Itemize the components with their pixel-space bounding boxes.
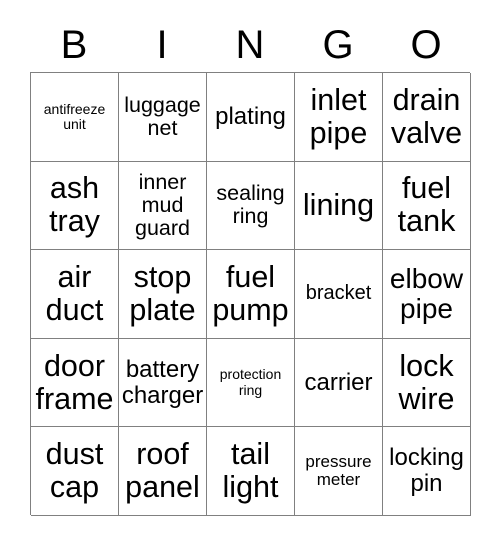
bingo-cell[interactable]: pressure meter xyxy=(295,427,383,516)
bingo-cell[interactable]: fuel pump xyxy=(207,250,295,339)
bingo-cell-label: carrier xyxy=(304,368,373,396)
header-letter-b: B xyxy=(60,23,88,67)
bingo-cell-label: inlet pipe xyxy=(309,82,368,150)
bingo-cell[interactable]: ash tray xyxy=(31,161,119,251)
bingo-cell-label: elbow pipe xyxy=(389,262,464,324)
bingo-cell-label: tail light xyxy=(222,437,279,505)
bingo-cell-label: lining xyxy=(302,187,375,222)
bingo-cell-label: dust cap xyxy=(45,437,104,505)
bingo-card: B I N G O antifreeze unit luggage net plat… xyxy=(0,0,500,544)
bingo-cell-label: sealing ring xyxy=(216,181,285,229)
bingo-cell-label: roof panel xyxy=(125,437,200,505)
bingo-cell[interactable]: tail light xyxy=(207,427,295,516)
header-letter-i: I xyxy=(156,23,168,67)
bingo-cell[interactable]: door frame xyxy=(31,338,119,428)
bingo-cell[interactable]: roof panel xyxy=(119,427,207,516)
bingo-header: B I N G O xyxy=(30,18,470,72)
bingo-cell[interactable]: luggage net xyxy=(119,73,207,162)
bingo-cell-label: inner mud guard xyxy=(135,169,190,240)
bingo-cell-label: plating xyxy=(215,102,286,130)
bingo-cell-label: luggage net xyxy=(124,92,201,140)
bingo-cell[interactable]: air duct xyxy=(31,250,119,339)
bingo-cell-label: bracket xyxy=(305,282,372,305)
header-letter-o: O xyxy=(410,23,442,67)
bingo-cell[interactable]: stop plate xyxy=(119,250,207,339)
bingo-cell[interactable]: carrier xyxy=(295,338,383,428)
header-letter-g: G xyxy=(322,23,354,67)
bingo-cell-label: battery charger xyxy=(121,355,204,409)
bingo-cell[interactable]: dust cap xyxy=(31,427,119,516)
bingo-cell[interactable]: antifreeze unit xyxy=(31,73,119,162)
bingo-cell-label: door frame xyxy=(35,348,114,416)
bingo-cell[interactable]: bracket xyxy=(295,250,383,339)
bingo-cell-label: lock wire xyxy=(398,348,455,416)
bingo-cell-label: antifreeze unit xyxy=(43,100,106,132)
bingo-cell[interactable]: plating xyxy=(207,73,295,162)
bingo-cell[interactable]: locking pin xyxy=(383,427,471,516)
bingo-cell-label: drain valve xyxy=(390,82,463,150)
header-letter-n: N xyxy=(235,23,265,67)
bingo-cell[interactable]: lock wire xyxy=(383,338,471,428)
bingo-cell-label: air duct xyxy=(45,260,104,327)
bingo-cell-label: ash tray xyxy=(49,171,100,239)
bingo-cell-label: protection ring xyxy=(219,366,282,398)
bingo-cell[interactable]: fuel tank xyxy=(383,161,471,251)
bingo-cell[interactable]: protection ring xyxy=(207,338,295,428)
bingo-cell[interactable]: sealing ring xyxy=(207,161,295,251)
bingo-cell[interactable]: inlet pipe xyxy=(295,73,383,162)
bingo-cell-label: fuel pump xyxy=(212,260,289,327)
bingo-cell[interactable]: battery charger xyxy=(119,338,207,428)
bingo-cell-label: pressure meter xyxy=(305,451,372,490)
bingo-cell[interactable]: elbow pipe xyxy=(383,250,471,339)
bingo-cell[interactable]: drain valve xyxy=(383,73,471,162)
bingo-cell-label: locking pin xyxy=(389,444,464,498)
bingo-cell-label: fuel tank xyxy=(397,171,456,239)
bingo-cell[interactable]: lining xyxy=(295,161,383,251)
bingo-grid: antifreeze unit luggage net plating inlet p… xyxy=(30,72,471,516)
bingo-cell-label: stop plate xyxy=(129,260,196,327)
bingo-cell[interactable]: inner mud guard xyxy=(119,161,207,251)
